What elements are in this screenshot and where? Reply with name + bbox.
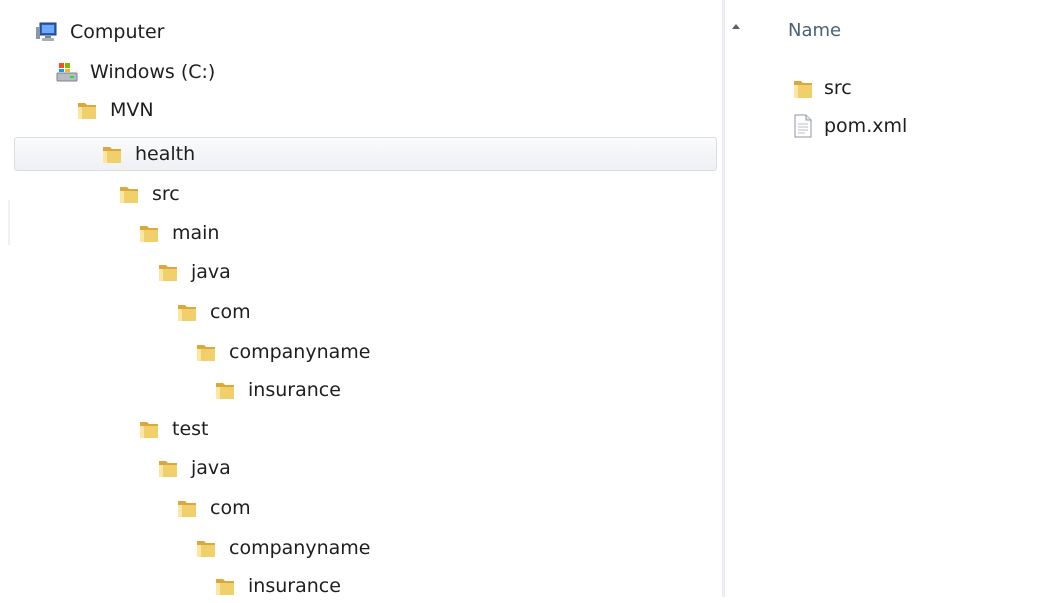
tree-item-com[interactable]: com <box>176 491 251 525</box>
folder-icon <box>157 261 179 283</box>
tree-item-label: Windows (C:) <box>90 61 216 83</box>
column-header-name[interactable]: Name <box>788 20 841 41</box>
tree-item-computer[interactable]: Computer <box>36 15 164 49</box>
tree-item-label: com <box>210 301 251 323</box>
tree-item-label: companyname <box>229 341 371 363</box>
folder-icon <box>792 76 814 100</box>
scroll-up-arrow-icon[interactable] <box>730 18 742 30</box>
tree-item-label: Computer <box>70 21 165 43</box>
tree-item-label: src <box>152 183 180 205</box>
tree-item-label: health <box>135 143 196 165</box>
folder-icon <box>195 537 217 559</box>
document-icon <box>792 114 814 138</box>
computer-icon <box>36 21 58 43</box>
tree-item-test[interactable]: test <box>138 412 209 446</box>
tree-item-java[interactable]: java <box>157 451 231 485</box>
tree-item-label: java <box>191 457 231 479</box>
folder-icon <box>76 99 98 121</box>
navigation-pane[interactable]: Computer Windows (C:) MVN health src mai… <box>0 0 722 597</box>
folder-icon <box>101 143 123 165</box>
tree-item-health[interactable]: health <box>14 137 717 171</box>
file-item-pom-xml[interactable]: pom.xml <box>792 110 907 142</box>
tree-item-com[interactable]: com <box>176 295 251 329</box>
file-name: src <box>824 77 852 99</box>
folder-icon <box>176 301 198 323</box>
tree-item-mvn[interactable]: MVN <box>76 93 154 127</box>
tree-item-label: insurance <box>248 575 341 597</box>
tree-item-java[interactable]: java <box>157 255 231 289</box>
folder-icon <box>176 497 198 519</box>
tree-item-companyname[interactable]: companyname <box>195 335 370 369</box>
tree-item-main[interactable]: main <box>138 216 219 250</box>
tree-item-insurance[interactable]: insurance <box>214 569 341 603</box>
tree-item-label: companyname <box>229 537 371 559</box>
tree-item-companyname[interactable]: companyname <box>195 531 370 565</box>
tree-item-label: java <box>191 261 231 283</box>
folder-icon <box>138 418 160 440</box>
folder-icon <box>214 379 236 401</box>
file-name: pom.xml <box>824 115 908 137</box>
tree-item-src[interactable]: src <box>118 177 180 211</box>
pane-splitter[interactable] <box>722 0 725 597</box>
folder-icon <box>214 575 236 597</box>
folder-icon <box>195 341 217 363</box>
folder-icon <box>157 457 179 479</box>
pane-edge-mark <box>8 200 10 245</box>
tree-item-label: main <box>172 222 220 244</box>
file-item-src[interactable]: src <box>792 72 852 104</box>
tree-item-windows-c[interactable]: Windows (C:) <box>56 55 215 89</box>
tree-item-label: test <box>172 418 209 440</box>
content-pane[interactable]: Name src pom.xml <box>752 0 1043 597</box>
tree-item-label: MVN <box>110 99 154 121</box>
folder-icon <box>118 183 140 205</box>
tree-item-insurance[interactable]: insurance <box>214 373 341 407</box>
drive-icon <box>56 61 78 83</box>
tree-item-label: insurance <box>248 379 341 401</box>
tree-item-label: com <box>210 497 251 519</box>
folder-icon <box>138 222 160 244</box>
